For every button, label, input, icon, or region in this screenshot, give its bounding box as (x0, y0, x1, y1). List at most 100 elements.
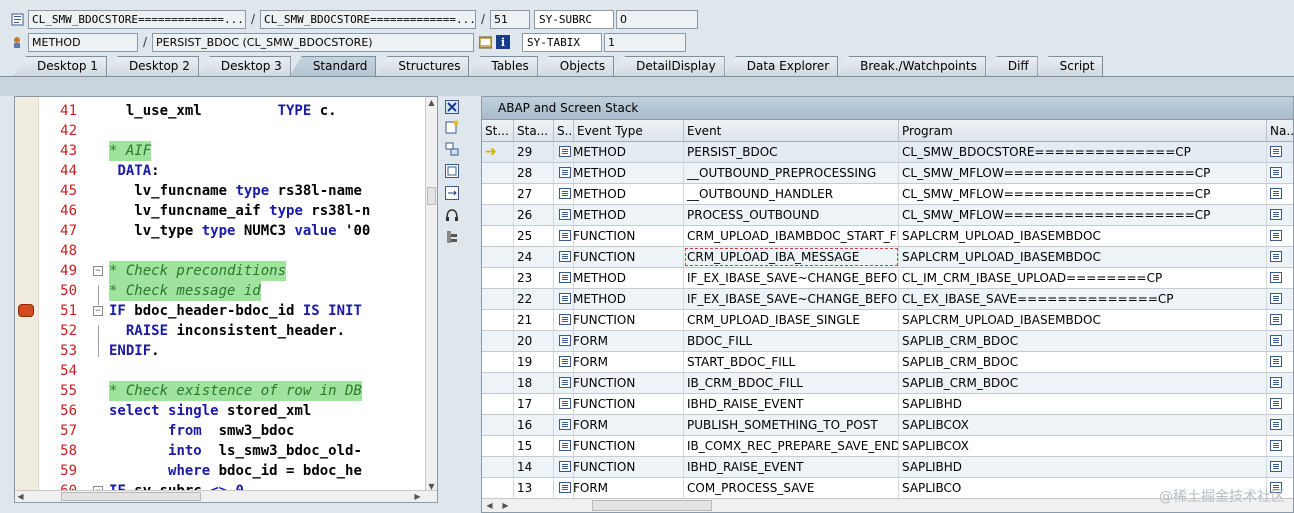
stack-row[interactable]: 14 FUNCTION IBHD_RAISE_EVENT SAPLIBHD (482, 457, 1293, 478)
sy-tabix-value[interactable]: 1 (604, 32, 686, 52)
scroll-left-arrow[interactable]: ◀ (15, 491, 26, 502)
code-line[interactable]: 54 (15, 361, 425, 381)
stack-scroll-right-arrow[interactable]: ▶ (500, 500, 511, 511)
services-icon[interactable] (444, 208, 460, 224)
navigate-source-icon[interactable] (1270, 440, 1282, 451)
code-line[interactable]: 53 ENDIF. (15, 341, 425, 361)
sy-subrc-value[interactable]: 0 (616, 9, 698, 29)
navigate-source-icon[interactable] (1270, 398, 1282, 409)
hscroll-thumb[interactable] (61, 492, 201, 501)
tab-diff[interactable]: Diff (984, 56, 1038, 76)
swap-tool-icon[interactable] (444, 142, 460, 158)
tab-objects[interactable]: Objects (536, 56, 615, 76)
stack-row[interactable]: 22 METHOD IF_EX_IBASE_SAVE~CHANGE_BEFOR CL_… (482, 289, 1293, 310)
stack-row[interactable]: 24 FUNCTION CRM_UPLOAD_IBA_MESSAGE SAPLCRM_… (482, 247, 1293, 268)
maximize-icon[interactable] (444, 164, 460, 180)
stack-row[interactable]: 15 FUNCTION IB_COMX_REC_PREPARE_SAVE_END SA… (482, 436, 1293, 457)
stack-row[interactable]: 28 METHOD __OUTBOUND_PREPROCESSING CL_SMW_M… (482, 163, 1293, 184)
code-line[interactable]: 42 (15, 121, 425, 141)
screen-icon[interactable] (478, 35, 492, 49)
navigate-source-icon[interactable] (1270, 335, 1282, 346)
navigate-source-icon[interactable] (1270, 293, 1282, 304)
stack-row[interactable]: 16 FORM PUBLISH_SOMETHING_TO_POST SAPLIBCOX (482, 415, 1293, 436)
fold-toggle-icon[interactable]: − (93, 306, 103, 316)
stack-scroll-left-arrow[interactable]: ◀ (484, 500, 495, 511)
navigate-source-icon[interactable] (1270, 356, 1282, 367)
stack-row[interactable]: 18 FUNCTION IB_CRM_BDOC_FILL SAPLIB_CRM_BDO… (482, 373, 1293, 394)
info-icon[interactable]: i (496, 35, 510, 49)
editor-vertical-scrollbar[interactable]: ▲ ▼ (425, 97, 437, 492)
stack-row[interactable]: ➜ 29 METHOD PERSIST_BDOC CL_SMW_BDOCSTORE===… (482, 142, 1293, 163)
code-line[interactable]: 44 DATA: (15, 161, 425, 181)
stack-row[interactable]: 27 METHOD __OUTBOUND_HANDLER CL_SMW_MFLOW==… (482, 184, 1293, 205)
close-icon[interactable] (444, 100, 460, 116)
navigate-source-icon[interactable] (1270, 461, 1282, 472)
stack-row[interactable]: 23 METHOD IF_EX_IBASE_SAVE~CHANGE_BEFOR CL_… (482, 268, 1293, 289)
col-header-s[interactable]: S... (554, 120, 574, 142)
navigate-source-icon[interactable] (1270, 272, 1282, 283)
tab-desktop-1[interactable]: Desktop 1 (14, 56, 107, 76)
code-line[interactable]: 51 IF bdoc_header-bdoc_id IS INIT − (15, 301, 425, 321)
code-line[interactable]: 58 into ls_smw3_bdoc_old- (15, 441, 425, 461)
stack-row[interactable]: 25 FUNCTION CRM_UPLOAD_IBAMBDOC_START_FL SA… (482, 226, 1293, 247)
include-field[interactable]: CL_SMW_BDOCSTORE=============... (260, 9, 476, 29)
source-code-editor[interactable]: 41 l_use_xml TYPE c. 42 43 * AIF 44 DATA: 45 … (14, 96, 438, 503)
navigate-source-icon[interactable] (1270, 314, 1282, 325)
navigate-source-icon[interactable] (1270, 167, 1282, 178)
navigate-source-icon[interactable] (1270, 377, 1282, 388)
stack-row[interactable]: 19 FORM START_BDOC_FILL SAPLIB_CRM_BDOC (482, 352, 1293, 373)
main-program-field[interactable]: CL_SMW_BDOCSTORE=============... (28, 9, 246, 29)
stack-row[interactable]: 26 METHOD PROCESS_OUTBOUND CL_SMW_MFLOW====… (482, 205, 1293, 226)
code-line[interactable]: 52 RAISE inconsistent_header. (15, 321, 425, 341)
tab-data-explorer[interactable]: Data Explorer (723, 56, 839, 76)
navigate-source-icon[interactable] (1270, 146, 1282, 157)
tab-standard[interactable]: Standard (289, 56, 377, 76)
code-line[interactable]: 57 from smw3_bdoc (15, 421, 425, 441)
code-line[interactable]: 50 * Check message id (15, 281, 425, 301)
code-line[interactable]: 43 * AIF (15, 141, 425, 161)
line-number-field[interactable]: 51 (490, 9, 530, 29)
scroll-up-arrow[interactable]: ▲ (426, 97, 437, 108)
settings-tool-icon[interactable] (444, 230, 460, 246)
code-line[interactable]: 48 (15, 241, 425, 261)
swap-horizontal-icon[interactable] (444, 186, 460, 202)
col-header-navigate[interactable]: Na... (1267, 120, 1293, 142)
tab-detaildisplay[interactable]: DetailDisplay (613, 56, 725, 76)
new-tool-icon[interactable] (444, 120, 460, 136)
tab-desktop-2[interactable]: Desktop 2 (105, 56, 199, 76)
scroll-right-arrow[interactable]: ▶ (412, 491, 423, 502)
navigate-source-icon[interactable] (1270, 230, 1282, 241)
stack-row[interactable]: 20 FORM BDOC_FILL SAPLIB_CRM_BDOC (482, 331, 1293, 352)
scroll-thumb[interactable] (427, 187, 436, 205)
navigate-source-icon[interactable] (1270, 188, 1282, 199)
col-header-program[interactable]: Program (899, 120, 1267, 142)
col-header-stack-level[interactable]: Sta... (514, 120, 554, 142)
event-type-field[interactable]: METHOD (28, 32, 138, 52)
code-line[interactable]: 49 * Check preconditions − (15, 261, 425, 281)
stack-hscroll-thumb[interactable] (592, 500, 712, 511)
col-header-status[interactable]: St... (482, 120, 514, 142)
tab-desktop-3[interactable]: Desktop 3 (197, 56, 291, 76)
tab-structures[interactable]: Structures (375, 56, 470, 76)
stack-row[interactable]: 21 FUNCTION CRM_UPLOAD_IBASE_SINGLE SAPLCRM… (482, 310, 1293, 331)
code-line[interactable]: 41 l_use_xml TYPE c. (15, 101, 425, 121)
breakpoint-icon[interactable] (18, 304, 34, 317)
col-header-event-type[interactable]: Event Type (574, 120, 684, 142)
navigate-source-icon[interactable] (1270, 209, 1282, 220)
code-line[interactable]: 47 lv_type type NUMC3 value '00 (15, 221, 425, 241)
code-line[interactable]: 46 lv_funcname_aif type rs38l-n (15, 201, 425, 221)
code-line[interactable]: 56 select single stored_xml (15, 401, 425, 421)
navigate-source-icon[interactable] (1270, 419, 1282, 430)
tab-breakpoints[interactable]: Break./Watchpoints (837, 56, 986, 76)
stack-row[interactable]: 17 FUNCTION IBHD_RAISE_EVENT SAPLIBHD (482, 394, 1293, 415)
fold-toggle-icon[interactable]: − (93, 266, 103, 276)
tab-script[interactable]: Script (1036, 56, 1104, 76)
navigate-source-icon[interactable] (1270, 251, 1282, 262)
event-field[interactable]: PERSIST_BDOC (CL_SMW_BDOCSTORE) (152, 32, 474, 52)
editor-horizontal-scrollbar[interactable]: ◀ ▶ (15, 490, 437, 502)
tab-tables[interactable]: Tables (468, 56, 538, 76)
col-header-event[interactable]: Event (684, 120, 899, 142)
code-line[interactable]: 59 where bdoc_id = bdoc_he (15, 461, 425, 481)
code-line[interactable]: 45 lv_funcname type rs38l-name (15, 181, 425, 201)
code-line[interactable]: 55 * Check existence of row in DB (15, 381, 425, 401)
